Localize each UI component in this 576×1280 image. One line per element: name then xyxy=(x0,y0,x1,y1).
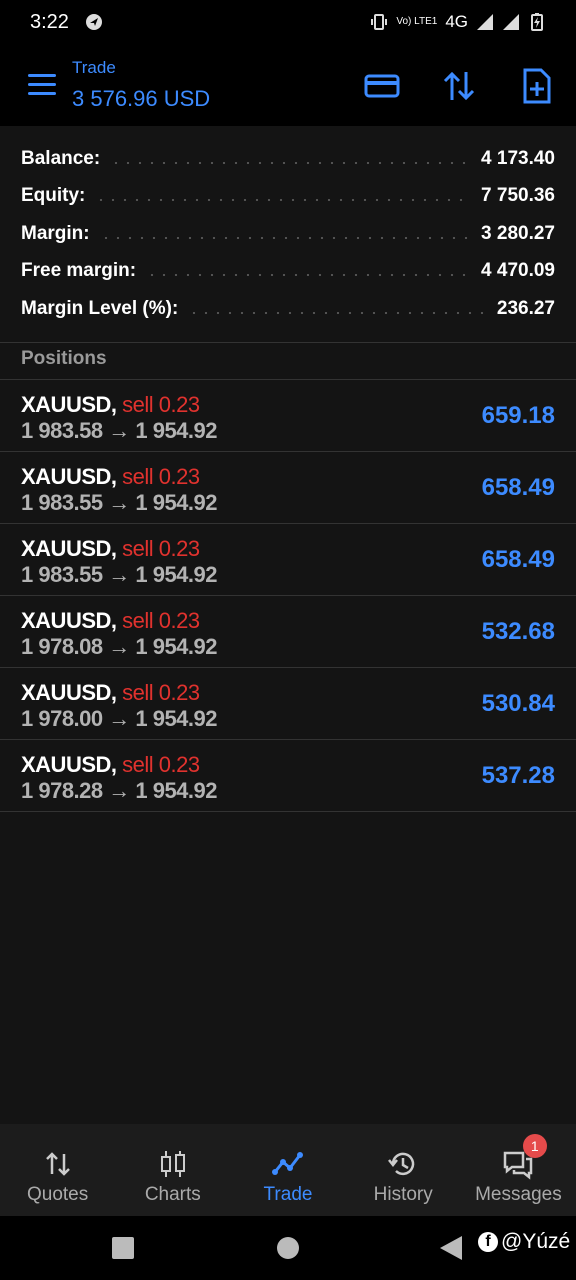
trade-content: Balance: 4 173.40 Equity: 7 750.36 Margi… xyxy=(0,126,576,1124)
position-symbol: XAUUSD, xyxy=(21,751,117,777)
sort-arrows-icon[interactable] xyxy=(441,68,477,104)
position-side: sell 0.23 xyxy=(122,751,200,777)
nav-trade[interactable]: Trade xyxy=(230,1124,345,1216)
system-navigation: f @Yúzé xyxy=(0,1216,576,1280)
nav-charts[interactable]: Charts xyxy=(115,1124,230,1216)
position-symbol: XAUUSD, xyxy=(21,679,117,705)
position-prices: 1 983.58 → 1 954.92 xyxy=(21,417,218,443)
position-side: sell 0.23 xyxy=(122,535,200,561)
position-prices: 1 978.08 → 1 954.92 xyxy=(21,633,218,659)
status-bar: 3:22 Vo) LTE1 4G xyxy=(0,0,576,44)
candlestick-icon xyxy=(160,1151,185,1177)
nav-history[interactable]: History xyxy=(346,1124,461,1216)
position-prices: 1 978.00 → 1 954.92 xyxy=(21,705,218,731)
history-icon xyxy=(388,1152,415,1176)
position-row[interactable]: XAUUSD, sell 0.23 1 978.00 → 1 954.92 53… xyxy=(0,668,576,740)
quotes-arrows-icon xyxy=(45,1152,70,1176)
summary-row-free-margin: Free margin: 4 470.09 xyxy=(21,260,555,282)
account-summary: Balance: 4 173.40 Equity: 7 750.36 Margi… xyxy=(0,126,576,328)
position-profit: 658.49 xyxy=(481,545,555,573)
recents-button[interactable] xyxy=(112,1237,134,1259)
position-symbol: XAUUSD, xyxy=(21,607,117,633)
app-bar: Trade 3 576.96 USD xyxy=(0,44,576,126)
trade-line-icon xyxy=(272,1152,303,1175)
page-title: Trade xyxy=(72,58,116,77)
position-side: sell 0.23 xyxy=(122,607,200,633)
bottom-navigation: Quotes Charts Trade History 1 Messages xyxy=(0,1124,576,1216)
summary-row-balance: Balance: 4 173.40 xyxy=(21,147,555,169)
back-button[interactable] xyxy=(440,1236,462,1260)
position-row[interactable]: XAUUSD, sell 0.23 1 978.28 → 1 954.92 53… xyxy=(0,740,576,812)
summary-row-margin-level: Margin Level (%): 236.27 xyxy=(21,297,555,319)
volte-label: Vo) LTE1 xyxy=(396,16,438,27)
position-profit: 658.49 xyxy=(481,473,555,501)
nav-messages[interactable]: 1 Messages xyxy=(461,1124,576,1216)
navigation-app-icon xyxy=(85,14,102,30)
position-row[interactable]: XAUUSD, sell 0.23 1 978.08 → 1 954.92 53… xyxy=(0,596,576,668)
network-type: 4G xyxy=(445,12,468,31)
position-side: sell 0.23 xyxy=(122,463,200,489)
position-side: sell 0.23 xyxy=(122,679,200,705)
signal-2-icon xyxy=(503,14,519,30)
position-profit: 659.18 xyxy=(481,401,555,429)
position-symbol: XAUUSD, xyxy=(21,535,117,561)
position-profit: 532.68 xyxy=(481,617,555,645)
position-profit: 530.84 xyxy=(481,689,555,717)
new-order-icon[interactable] xyxy=(519,68,555,104)
credit-card-icon[interactable] xyxy=(364,68,400,104)
positions-header: Positions xyxy=(21,347,107,369)
status-time: 3:22 xyxy=(30,10,69,33)
position-profit: 537.28 xyxy=(481,761,555,789)
position-symbol: XAUUSD, xyxy=(21,463,117,489)
position-symbol: XAUUSD, xyxy=(21,391,117,417)
home-button[interactable] xyxy=(277,1237,299,1259)
vibrate-icon xyxy=(371,14,388,30)
watermark: f @Yúzé xyxy=(478,1230,570,1254)
signal-icon xyxy=(477,14,493,30)
messages-badge: 1 xyxy=(522,1134,547,1158)
position-side: sell 0.23 xyxy=(122,391,200,417)
summary-row-margin: Margin: 3 280.27 xyxy=(21,222,555,244)
position-row[interactable]: XAUUSD, sell 0.23 1 983.58 → 1 954.92 65… xyxy=(0,380,576,452)
facebook-logo-icon: f xyxy=(478,1232,498,1252)
position-prices: 1 983.55 → 1 954.92 xyxy=(21,489,218,515)
menu-icon[interactable] xyxy=(28,74,56,96)
position-row[interactable]: XAUUSD, sell 0.23 1 983.55 → 1 954.92 65… xyxy=(0,524,576,596)
battery-charging-icon xyxy=(531,13,543,31)
position-prices: 1 978.28 → 1 954.92 xyxy=(21,777,218,803)
account-balance-subtitle: 3 576.96 USD xyxy=(72,86,211,111)
position-row[interactable]: XAUUSD, sell 0.23 1 983.55 → 1 954.92 65… xyxy=(0,452,576,524)
nav-quotes[interactable]: Quotes xyxy=(0,1124,115,1216)
watermark-text: @Yúzé xyxy=(501,1230,571,1253)
position-prices: 1 983.55 → 1 954.92 xyxy=(21,561,218,587)
summary-row-equity: Equity: 7 750.36 xyxy=(21,185,555,207)
